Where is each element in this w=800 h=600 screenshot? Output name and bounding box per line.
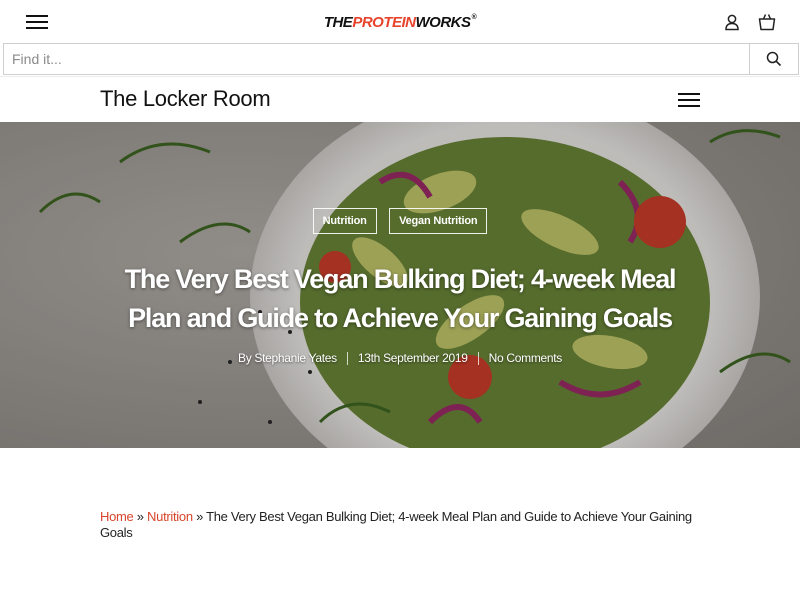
article-author: By Stephanie Yates bbox=[237, 351, 337, 365]
tag-nutrition[interactable]: Nutrition bbox=[312, 208, 377, 234]
tag-vegan-nutrition[interactable]: Vegan Nutrition bbox=[389, 208, 488, 234]
blog-header: The Locker Room bbox=[0, 76, 800, 123]
search-button[interactable] bbox=[749, 43, 799, 75]
breadcrumb: Home » Nutrition » The Very Best Vegan B… bbox=[100, 509, 700, 541]
user-icon[interactable] bbox=[723, 13, 741, 31]
breadcrumb-category[interactable]: Nutrition bbox=[147, 509, 193, 524]
breadcrumb-separator: » bbox=[136, 509, 144, 524]
search-bar bbox=[3, 43, 799, 75]
article-title: The Very Best Vegan Bulking Diet; 4-week… bbox=[124, 264, 677, 333]
breadcrumb-separator: » bbox=[196, 509, 204, 524]
hamburger-icon[interactable] bbox=[678, 92, 700, 108]
basket-icon[interactable] bbox=[757, 12, 777, 32]
article-meta: By Stephanie Yates 13th September 2019 No … bbox=[0, 351, 800, 366]
hero-banner: Nutrition Vegan Nutrition The Very Best … bbox=[0, 122, 800, 448]
article-date: 13th September 2019 bbox=[357, 351, 468, 365]
site-header: THEPROTEINWORKS® bbox=[0, 0, 800, 43]
search-input[interactable] bbox=[3, 43, 758, 75]
brand-logo[interactable]: THEPROTEINWORKS® bbox=[0, 14, 800, 31]
blog-title[interactable]: The Locker Room bbox=[100, 86, 271, 112]
category-tags: Nutrition Vegan Nutrition bbox=[0, 208, 800, 234]
breadcrumb-home[interactable]: Home bbox=[100, 509, 134, 524]
comments-link[interactable]: No Comments bbox=[479, 351, 572, 365]
search-icon bbox=[766, 51, 782, 67]
